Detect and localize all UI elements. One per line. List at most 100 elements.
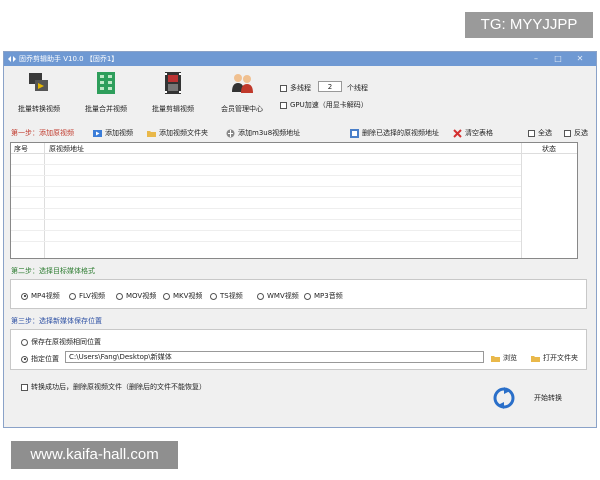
batch-convert-label: 批量转换视频 — [18, 105, 60, 113]
save-location-group — [10, 329, 587, 370]
row-divider — [11, 219, 521, 220]
custom-location-label: 指定位置 — [31, 355, 59, 363]
row-divider — [11, 197, 521, 198]
row-divider — [11, 164, 521, 165]
row-divider — [11, 186, 521, 187]
convert-video-icon — [29, 73, 48, 91]
radio-circle — [163, 292, 170, 300]
add-video-icon — [93, 129, 102, 137]
column-divider — [521, 143, 522, 258]
format-label: MOV视频 — [126, 292, 157, 300]
add-m3u8-label: 添加m3u8视频地址 — [238, 129, 301, 137]
multithread-box — [280, 84, 287, 92]
format-label: TS视频 — [220, 292, 243, 300]
gpu-accel-box — [280, 101, 287, 109]
refresh-convert-icon[interactable] — [493, 387, 515, 409]
folder-add-icon — [147, 130, 156, 137]
row-divider — [11, 208, 521, 209]
watermark-top: TG: MYYJJPP — [465, 12, 593, 38]
delete-selected-button[interactable]: 删除已选择的原视频地址 — [350, 128, 439, 138]
window-title: 固乔剪辑助手 V10.0 【固乔1】 — [19, 55, 119, 63]
step2-title: 第二步：选择目标媒体格式 — [11, 267, 95, 275]
browse-button[interactable]: 浏览 — [491, 353, 517, 363]
save-path-input[interactable]: C:\Users\Fang\Desktop\新媒体 — [65, 351, 484, 363]
watermark-bottom: www.kaifa-hall.com — [11, 441, 178, 469]
delete-after-box — [21, 383, 28, 391]
start-convert-button[interactable]: 开始转换 — [534, 393, 562, 403]
format-group: MP4视频 FLV视频 MOV视频 MKV视频 TS视频 WMV视频 MP3音频 — [10, 279, 587, 309]
format-label: MP4视频 — [31, 292, 60, 300]
table-header: 序号 原视频地址 状态 — [11, 143, 577, 154]
app-logo-icon — [8, 56, 16, 62]
format-ts-radio[interactable]: TS视频 — [210, 291, 243, 301]
thread-count-input[interactable]: 2 — [318, 81, 342, 92]
format-label: MP3音频 — [314, 292, 343, 300]
row-divider — [11, 230, 521, 231]
open-folder-label: 打开文件夹 — [543, 354, 578, 362]
radio-circle — [210, 292, 217, 300]
delete-after-checkbox[interactable]: 转换成功后，删除原视频文件（删除后的文件不能恢复） — [21, 382, 206, 392]
folder-icon — [531, 355, 540, 362]
radio-circle — [21, 292, 28, 300]
radio-circle — [257, 292, 264, 300]
close-button[interactable]: ✕ — [572, 53, 588, 65]
column-path: 原视频地址 — [49, 145, 84, 153]
same-location-label: 保存在原视频相同位置 — [31, 338, 101, 346]
batch-merge-label: 批量合并视频 — [85, 105, 127, 113]
select-all-box — [528, 129, 535, 137]
maximize-button[interactable]: □ — [550, 53, 566, 65]
format-flv-radio[interactable]: FLV视频 — [69, 291, 105, 301]
title-bar: 固乔剪辑助手 V10.0 【固乔1】 – □ ✕ — [4, 52, 596, 66]
multithread-checkbox[interactable]: 多线程 — [280, 83, 311, 93]
select-all-label: 全选 — [538, 129, 552, 137]
batch-edit-button[interactable]: 批量剪辑视频 — [143, 70, 203, 118]
format-label: MKV视频 — [173, 292, 203, 300]
clear-x-icon — [453, 128, 462, 138]
format-mkv-radio[interactable]: MKV视频 — [163, 291, 202, 301]
batch-edit-label: 批量剪辑视频 — [152, 105, 194, 113]
gpu-accel-label: GPU加速（用显卡解码） — [290, 101, 368, 109]
add-video-label: 添加视频 — [105, 129, 133, 137]
format-mov-radio[interactable]: MOV视频 — [116, 291, 156, 301]
add-m3u8-button[interactable]: 添加m3u8视频地址 — [226, 128, 300, 138]
batch-merge-button[interactable]: 批量合并视频 — [76, 70, 136, 118]
format-mp3-radio[interactable]: MP3音频 — [304, 291, 343, 301]
gpu-accel-checkbox[interactable]: GPU加速（用显卡解码） — [280, 100, 368, 110]
member-center-button[interactable]: 会员管理中心 — [212, 70, 272, 118]
add-folder-button[interactable]: 添加视频文件夹 — [147, 128, 208, 138]
step1-title: 第一步：添加原视频 — [11, 129, 74, 137]
invert-selection-box — [564, 129, 571, 137]
radio-circle — [69, 292, 76, 300]
multithread-label: 多线程 — [290, 84, 311, 92]
minimize-button[interactable]: – — [528, 53, 544, 65]
custom-location-radio[interactable]: 指定位置 — [21, 354, 59, 364]
select-all-checkbox[interactable]: 全选 — [528, 128, 552, 138]
browse-label: 浏览 — [503, 354, 517, 362]
format-mp4-radio[interactable]: MP4视频 — [21, 291, 60, 301]
row-divider — [11, 175, 521, 176]
format-label: FLV视频 — [79, 292, 105, 300]
column-index: 序号 — [14, 145, 28, 153]
row-divider — [11, 241, 521, 242]
invert-selection-checkbox[interactable]: 反选 — [564, 128, 588, 138]
video-table[interactable]: 序号 原视频地址 状态 — [10, 142, 578, 259]
batch-convert-button[interactable]: 批量转换视频 — [9, 70, 69, 118]
member-center-label: 会员管理中心 — [221, 105, 263, 113]
delete-after-label: 转换成功后，删除原视频文件（删除后的文件不能恢复） — [31, 383, 206, 391]
m3u8-link-icon — [226, 129, 235, 137]
delete-selected-label: 删除已选择的原视频地址 — [362, 129, 439, 137]
delete-selected-icon — [350, 128, 359, 138]
step3-title: 第三步：选择新媒体保存位置 — [11, 317, 102, 325]
radio-circle — [116, 292, 123, 300]
add-video-button[interactable]: 添加视频 — [93, 128, 133, 138]
app-window: 固乔剪辑助手 V10.0 【固乔1】 – □ ✕ 批量转换视频 批量合并视频 批… — [3, 51, 597, 428]
format-wmv-radio[interactable]: WMV视频 — [257, 291, 299, 301]
invert-selection-label: 反选 — [574, 129, 588, 137]
same-location-radio[interactable]: 保存在原视频相同位置 — [21, 337, 101, 347]
clear-table-label: 清空表格 — [465, 129, 493, 137]
radio-circle — [21, 338, 28, 346]
folder-open-icon — [491, 355, 500, 362]
open-folder-button[interactable]: 打开文件夹 — [531, 353, 578, 363]
clear-table-button[interactable]: 清空表格 — [453, 128, 493, 138]
radio-circle — [304, 292, 311, 300]
